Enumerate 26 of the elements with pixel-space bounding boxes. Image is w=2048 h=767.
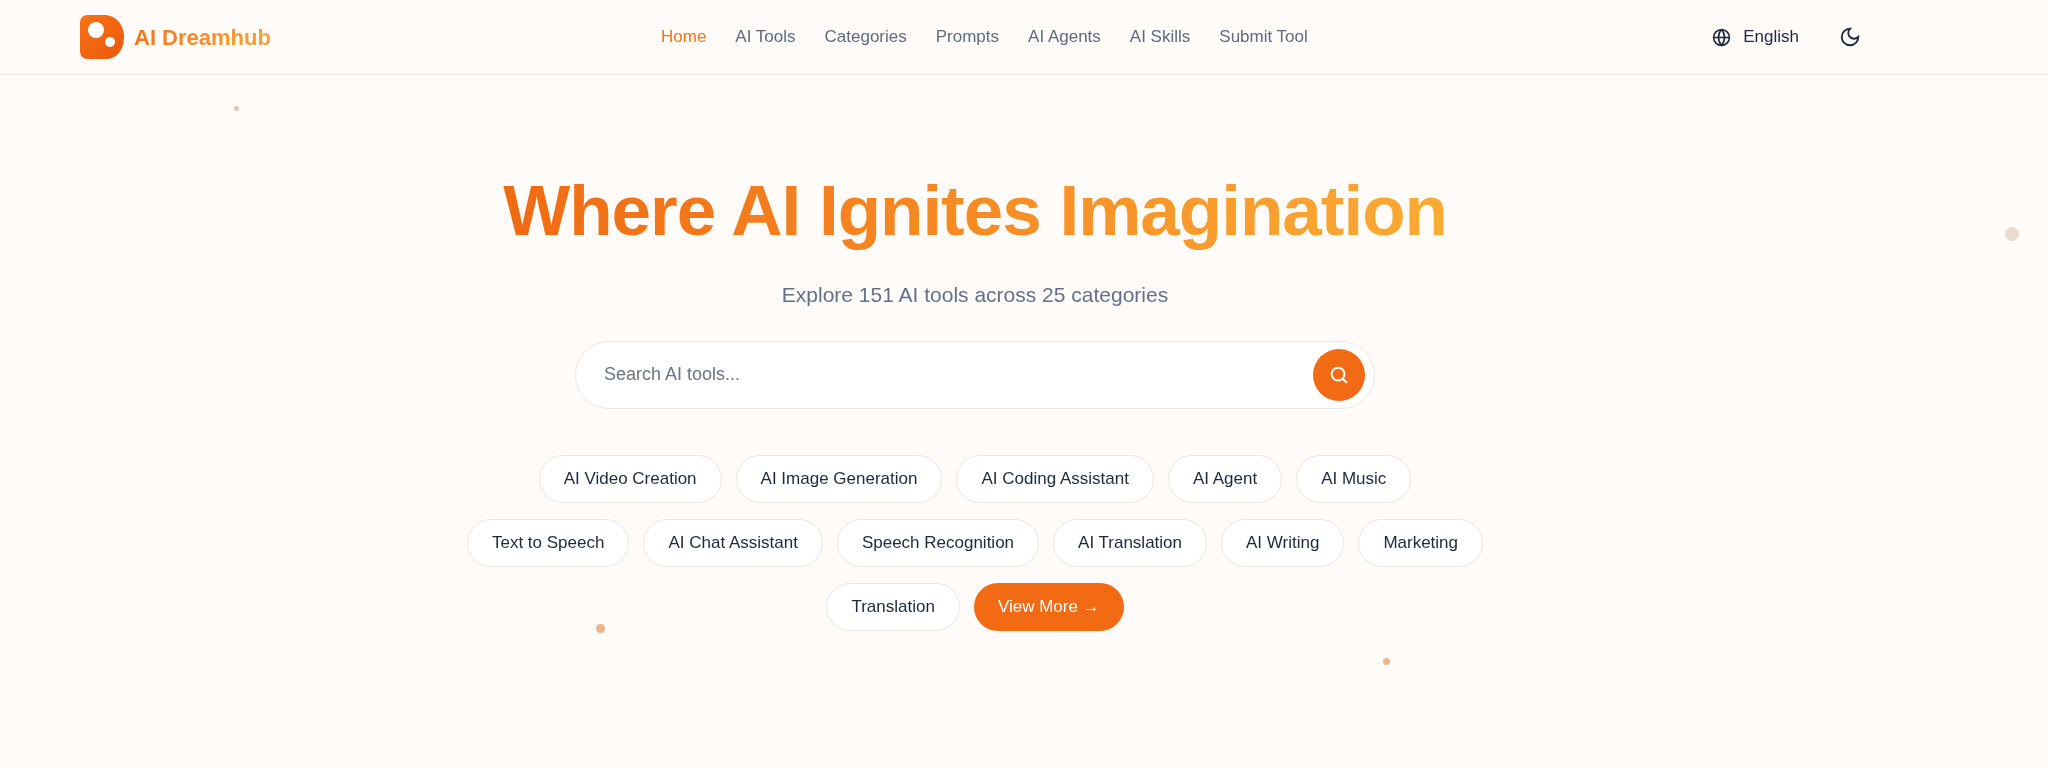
logo-icon[interactable] bbox=[80, 15, 124, 59]
category-tag[interactable]: AI Writing bbox=[1221, 518, 1345, 567]
category-tag[interactable]: AI Video Creation bbox=[538, 454, 722, 503]
moon-icon[interactable] bbox=[1839, 26, 1861, 48]
nav-link[interactable]: Prompts bbox=[935, 24, 1000, 50]
category-tag[interactable]: AI Image Generation bbox=[735, 454, 943, 503]
category-tag[interactable]: Marketing bbox=[1358, 518, 1484, 567]
category-tag[interactable]: AI Music bbox=[1296, 454, 1412, 503]
nav-link[interactable]: AI Agents bbox=[1028, 24, 1101, 50]
search-button[interactable] bbox=[1313, 348, 1365, 401]
nav-link[interactable]: AI Tools bbox=[735, 24, 796, 50]
category-tag[interactable]: Speech Recognition bbox=[836, 518, 1040, 567]
search-input[interactable]: Search AI tools... bbox=[604, 361, 1313, 388]
category-tag[interactable]: Translation bbox=[826, 582, 960, 631]
nav-link[interactable]: AI Skills bbox=[1129, 24, 1191, 50]
nav-link[interactable]: Submit Tool bbox=[1219, 24, 1308, 50]
category-tag[interactable]: AI Translation bbox=[1053, 518, 1207, 567]
category-tag[interactable]: AI Coding Assistant bbox=[956, 454, 1154, 503]
search-field[interactable]: Search AI tools... bbox=[575, 340, 1375, 409]
language-button[interactable]: English bbox=[1712, 24, 1799, 50]
globe-icon bbox=[1712, 27, 1732, 47]
category-tag[interactable]: AI Chat Assistant bbox=[643, 518, 823, 567]
category-tag[interactable]: AI Agent bbox=[1167, 454, 1283, 503]
nav-link[interactable]: Categories bbox=[824, 24, 907, 50]
category-tag[interactable]: Text to Speech bbox=[466, 518, 630, 567]
hero-subtitle: Explore 151 AI tools across 25 categories bbox=[781, 282, 1169, 308]
